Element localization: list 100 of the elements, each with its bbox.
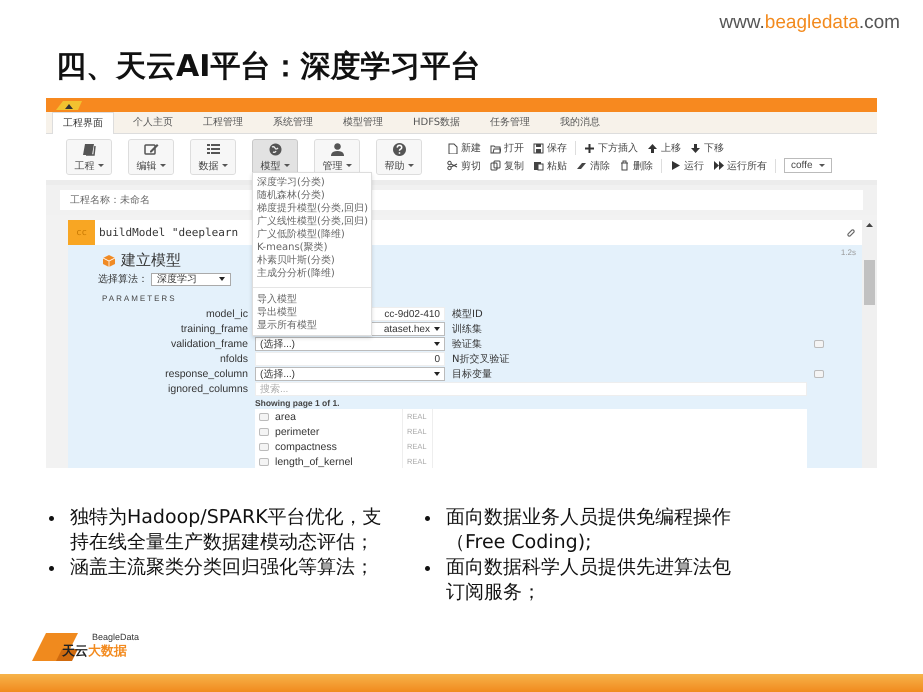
checkbox[interactable]	[814, 370, 824, 378]
play-icon	[670, 160, 681, 171]
toolbar-item[interactable]: 下移	[690, 141, 724, 155]
floppy-icon	[533, 142, 544, 154]
caret-icon	[434, 342, 440, 346]
menu-item[interactable]: 随机森林(分类)	[253, 189, 371, 202]
trash-icon	[619, 160, 630, 171]
toolbar-item[interactable]: 保存	[533, 141, 567, 155]
menu-item[interactable]: 导入模型	[253, 293, 371, 306]
caret-icon	[98, 164, 104, 167]
toolbar-button[interactable]: 工程	[66, 139, 112, 175]
tab[interactable]: 我的消息	[549, 111, 612, 133]
param-label: nfolds	[218, 353, 248, 365]
slide-title: 四、天云AI平台：深度学习平台	[56, 48, 480, 86]
toolbar-item[interactable]: 下方插入	[584, 141, 638, 155]
menu-item[interactable]: 广义低阶模型(降维)	[253, 228, 371, 241]
brand-name: BeagleData	[91, 632, 140, 642]
book-icon	[82, 142, 96, 156]
toolbar-item[interactable]: 运行所有	[713, 158, 767, 172]
param-label: model_ic	[204, 308, 248, 320]
tab[interactable]: 任务管理	[479, 111, 542, 133]
app-logo-icon	[54, 100, 84, 110]
caret-icon	[346, 164, 352, 167]
link-icon[interactable]	[846, 228, 856, 238]
scissors-icon	[447, 160, 458, 171]
param-label: validation_frame	[170, 338, 248, 350]
caret-icon	[284, 164, 290, 167]
plus-icon	[584, 142, 595, 154]
menu-item[interactable]: K-means(聚类)	[253, 241, 371, 254]
input-field[interactable]: 0	[255, 352, 445, 366]
tab[interactable]: 工程界面	[52, 112, 114, 134]
menu-item[interactable]: 主成分分析(降维)	[253, 267, 371, 280]
checkbox[interactable]	[259, 458, 269, 466]
section-label: PARAMETERS	[102, 294, 177, 303]
toolbar-item[interactable]: 复制	[490, 158, 524, 172]
tab[interactable]: 个人主页	[122, 111, 184, 133]
copy-icon	[490, 160, 501, 171]
select-field[interactable]: (选择...)	[255, 367, 445, 381]
timing-label: 1.2s	[840, 248, 856, 257]
toolbar-item[interactable]: 删除	[619, 158, 653, 172]
toolbar-item[interactable]: 新建	[447, 141, 481, 155]
param-label: ignored_columns	[167, 383, 248, 395]
tab[interactable]: 模型管理	[332, 111, 394, 133]
pager-text: Showing page 1 of 1.	[255, 397, 341, 408]
paste-icon	[533, 160, 544, 171]
caret-icon	[434, 327, 440, 331]
edit-icon	[144, 142, 158, 156]
checkbox[interactable]	[259, 412, 269, 420]
bullet-icon	[425, 516, 430, 521]
bullet-icon	[49, 516, 54, 521]
bullet-icon	[49, 566, 54, 571]
menu-item[interactable]: 广义线性模型(分类,回归)	[253, 215, 371, 228]
checkbox[interactable]	[259, 428, 269, 436]
caret-icon	[818, 164, 824, 167]
algorithm-label: 选择算法：	[98, 272, 148, 286]
globe-icon	[268, 142, 282, 156]
website-url: www.beagledata.com	[719, 12, 900, 34]
toolbar-button[interactable]: 帮助	[376, 139, 422, 175]
tab[interactable]: 工程管理	[192, 111, 254, 133]
caret-icon	[219, 277, 225, 281]
toolbar-item[interactable]: 清除	[576, 158, 610, 172]
caret-icon	[408, 164, 414, 167]
kernel-select[interactable]: coffe	[784, 158, 832, 173]
bullet-text: 面向数据业务人员提供免编程操作（Free Coding);	[446, 505, 732, 555]
bullet-icon	[425, 566, 430, 571]
toolbar-button[interactable]: 数据	[190, 139, 236, 175]
tab[interactable]: HDFS数据	[402, 111, 472, 133]
param-description: 目标变量	[452, 368, 493, 381]
help-icon	[392, 142, 406, 156]
toolbar-button[interactable]: 编辑	[128, 139, 174, 175]
menu-item[interactable]: 深度学习(分类)	[253, 176, 371, 189]
param-label: response_column	[164, 368, 248, 380]
column-name: perimeter	[275, 426, 320, 438]
toolbar-button[interactable]: 模型	[252, 139, 298, 175]
cube-icon	[102, 254, 116, 267]
list-icon	[206, 142, 220, 156]
user-icon	[330, 142, 344, 156]
toolbar-item[interactable]: 运行	[670, 158, 704, 172]
menu-item[interactable]: 梯度提升模型(分类,回归)	[253, 202, 371, 215]
tab[interactable]: 系统管理	[262, 111, 324, 133]
algorithm-select[interactable]: 深度学习	[151, 272, 231, 286]
fast-forward-icon	[713, 160, 724, 171]
toolbar-button[interactable]: 管理	[314, 139, 360, 175]
menu-item[interactable]: 显示所有模型	[253, 319, 371, 332]
checkbox[interactable]	[259, 442, 269, 450]
caret-icon	[222, 164, 228, 167]
up-arrow-icon	[647, 142, 658, 154]
toolbar-item[interactable]: 剪切	[447, 158, 481, 172]
select-field[interactable]: (选择...)	[255, 337, 445, 351]
checkbox[interactable]	[814, 340, 824, 348]
brand-name-chinese: 天云大数据	[62, 643, 128, 660]
bullet-text: 面向数据科学人员提供先进算法包订阅服务；	[446, 555, 732, 605]
toolbar-item[interactable]: 粘贴	[533, 158, 567, 172]
menu-item[interactable]: 导出模型	[253, 306, 371, 319]
toolbar-item[interactable]: 打开	[490, 141, 524, 155]
param-label: training_frame	[180, 323, 248, 335]
caret-icon	[160, 164, 166, 167]
toolbar-item[interactable]: 上移	[647, 141, 681, 155]
menu-item[interactable]: 朴素贝叶斯(分类)	[253, 254, 371, 267]
folder-icon	[490, 142, 501, 154]
